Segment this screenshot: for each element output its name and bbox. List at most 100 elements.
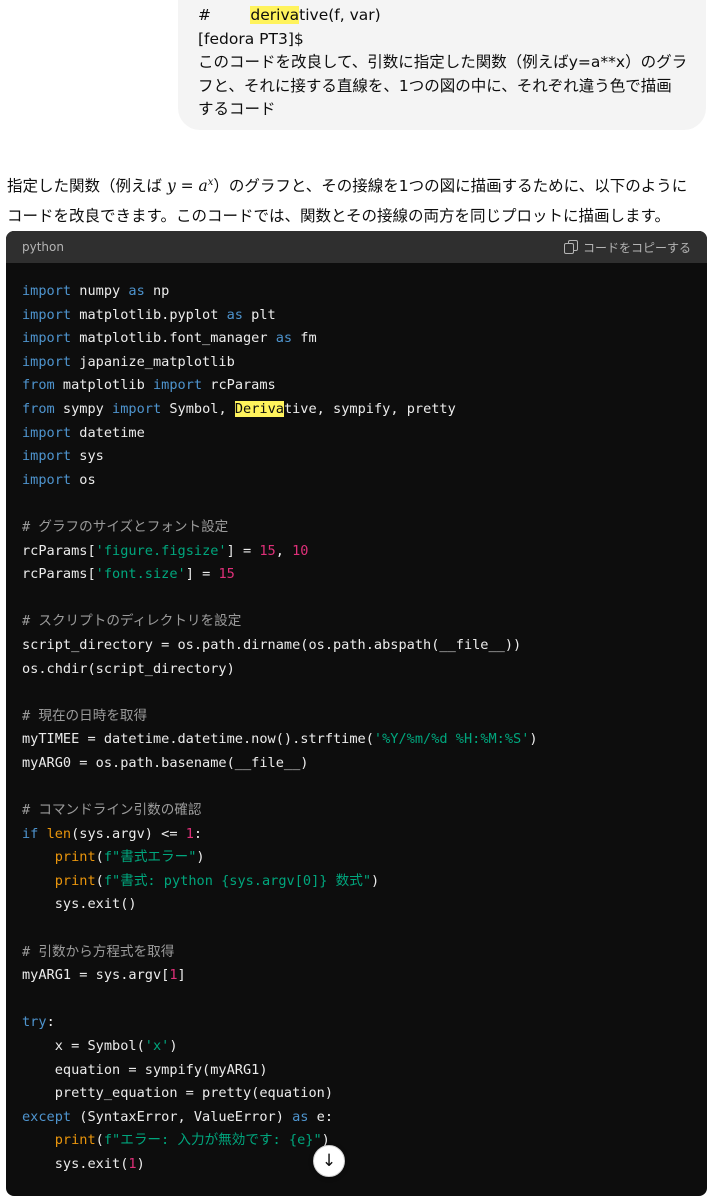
code-text: myARG1 = sys.argv[ xyxy=(22,967,170,984)
code-builtin: print xyxy=(54,1132,96,1149)
code-text: plt xyxy=(242,306,276,323)
user-text-suffix: tive(f, var) xyxy=(299,6,381,24)
code-text: , xyxy=(275,542,293,559)
code-builtin: print xyxy=(54,872,96,889)
code-keyword: import xyxy=(22,471,72,488)
code-content: import numpy as np import matplotlib.pyp… xyxy=(6,263,707,1177)
code-line: print(f"書式エラー") xyxy=(22,846,691,870)
code-text: numpy xyxy=(71,283,129,299)
copy-icon xyxy=(563,240,578,254)
code-string: 'x' xyxy=(144,1038,170,1054)
code-line: print(f"書式: python {sys.argv[0]} 数式") xyxy=(22,870,691,894)
code-line: sys.exit(1) xyxy=(22,1153,691,1177)
answer-line: 指定した関数（例えば y = ax）のグラフと、その接線を1つの図に描画するため… xyxy=(7,168,707,201)
code-line: script_directory = os.path.dirname(os.pa… xyxy=(22,636,522,653)
code-line: sys.exit() xyxy=(22,896,137,913)
code-text: Symbol, xyxy=(161,400,235,417)
user-message-line: このコードを改良して、引数に指定した関数（例えばy=a**x）のグラ xyxy=(198,53,688,71)
code-line: import japanize_matplotlib xyxy=(22,351,691,375)
code-keyword: try xyxy=(22,1014,47,1031)
code-string: f"書式: python {sys.argv[0]} 数式" xyxy=(103,872,372,889)
code-text: fm xyxy=(292,330,317,347)
code-line: except (SyntaxError, ValueError) as e: xyxy=(22,1106,691,1130)
code-text: ( xyxy=(95,849,104,866)
code-line: print(f"エラー: 入力が無効です: {e}") xyxy=(22,1129,691,1153)
code-line: pretty_equation = pretty(equation) xyxy=(22,1085,333,1102)
code-line: if len(sys.argv) <= 1: xyxy=(22,823,691,847)
code-keyword: except xyxy=(22,1108,72,1125)
code-builtin: print xyxy=(54,849,96,866)
code-keyword: as xyxy=(128,283,145,299)
code-text: ] xyxy=(177,967,186,984)
code-keyword: import xyxy=(112,400,162,417)
code-text: matplotlib.font_manager xyxy=(71,330,276,347)
code-text: (SyntaxError, ValueError) xyxy=(71,1108,293,1125)
code-keyword: as xyxy=(226,306,243,323)
code-line: import matplotlib.font_manager as fm xyxy=(22,327,691,351)
code-line: import numpy as np xyxy=(22,280,691,304)
answer-text: ）のグラフと、その接線を1つの図に描画するために、以下のように xyxy=(213,177,688,196)
code-comment: # 現在の日時を取得 xyxy=(22,707,148,724)
code-text: datetime xyxy=(71,424,145,441)
code-keyword: import xyxy=(22,424,72,441)
code-line: try: xyxy=(22,1011,691,1035)
code-line: import sys xyxy=(22,445,691,469)
code-string: 'figure.figsize' xyxy=(95,542,227,559)
code-text: : xyxy=(46,1014,55,1031)
code-text: rcParams xyxy=(202,377,276,394)
code-line: myTIMEE = datetime.datetime.now().strfti… xyxy=(22,728,691,752)
code-comment: # グラフのサイズとフォント設定 xyxy=(22,518,229,535)
code-keyword: import xyxy=(22,283,72,299)
code-text: matplotlib xyxy=(54,377,153,394)
code-text: : xyxy=(193,825,203,842)
code-line: rcParams['figure.figsize'] = 15, 10 xyxy=(22,540,691,564)
user-message-line: フと、それに接する直線を、1つの図の中に、それぞれ違う色で描画 xyxy=(198,76,672,95)
search-highlight: deriva xyxy=(250,6,300,24)
code-comment: # 引数から方程式を取得 xyxy=(22,943,175,960)
code-text: ( xyxy=(95,1132,104,1149)
assistant-message-text: 指定した関数（例えば y = ax）のグラフと、その接線を1つの図に描画するため… xyxy=(7,168,707,231)
scroll-to-bottom-button[interactable]: ↓ xyxy=(313,1145,345,1177)
code-string: f"エラー: 入力が無効です: {e}" xyxy=(103,1132,322,1149)
code-number: 1 xyxy=(128,1155,137,1172)
code-line: equation = sympify(myARG1) xyxy=(22,1061,268,1078)
code-text: (sys.argv) <= xyxy=(71,825,186,842)
code-string: '%Y/%m/%d %H:%M:%S' xyxy=(373,731,530,748)
code-number: 10 xyxy=(292,542,309,559)
code-builtin: len xyxy=(46,825,72,842)
code-line: x = Symbol('x') xyxy=(22,1035,691,1059)
code-line: import os xyxy=(22,469,691,493)
copy-code-button[interactable]: コードをコピーする xyxy=(563,239,691,256)
user-message-line: するコード xyxy=(198,100,276,118)
user-message-line: [fedora PT3]$ xyxy=(198,29,304,48)
math-formula: y = ax xyxy=(167,177,213,195)
code-keyword: import xyxy=(22,306,72,323)
code-comment: # スクリプトのディレクトリを設定 xyxy=(22,613,242,630)
code-line: os.chdir(script_directory) xyxy=(22,660,235,677)
code-text: myTIMEE = datetime.datetime.now().strfti… xyxy=(22,731,374,748)
code-text: e: xyxy=(308,1108,334,1125)
code-number: 15 xyxy=(218,566,235,583)
answer-line: コードを改良できます。このコードでは、関数とその接線の両方を同じプロットに描画し… xyxy=(7,207,670,226)
answer-text: 指定した関数（例えば xyxy=(7,177,167,196)
math-base: y = a xyxy=(166,177,208,196)
user-message-line: # derivative(f, var) xyxy=(198,4,688,28)
code-line: import datetime xyxy=(22,422,691,446)
search-highlight: Deriva xyxy=(234,400,284,417)
code-text: japanize_matplotlib xyxy=(71,353,235,370)
code-string: 'font.size' xyxy=(95,566,186,583)
code-text: os xyxy=(71,471,96,488)
code-keyword: as xyxy=(275,330,293,347)
code-keyword: if xyxy=(22,825,39,842)
code-text: ) xyxy=(169,1038,178,1054)
code-line: rcParams['font.size'] = 15 xyxy=(22,563,691,587)
chat-page: # derivative(f, var) [fedora PT3]$ このコード… xyxy=(0,0,714,1200)
code-line: from sympy import Symbol, Derivative, sy… xyxy=(22,398,691,422)
